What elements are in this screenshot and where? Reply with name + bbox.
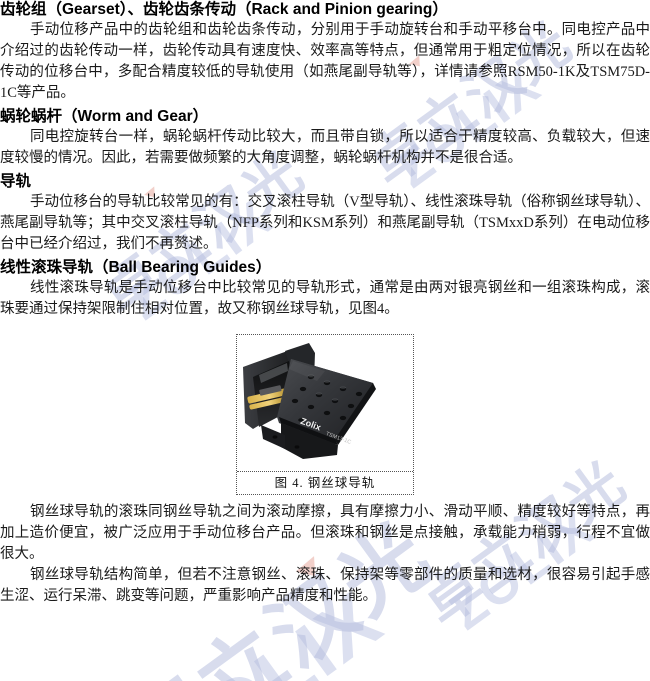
figure-caption: 图 4. 钢丝球导轨 [237,471,413,494]
section-heading-ball-bearing-guides: 线性滚珠导轨（Ball Bearing Guides） [0,259,272,276]
section-paragraph-gearset: 手动位移产品中的齿轮组和齿轮齿条传动，分别用于手动旋转台和手动平移台中。同电控产… [0,22,650,101]
figure-image: Zolix TSM13-1C [237,335,413,471]
document-body: 齿轮组（Gearset）、齿轮齿条传动（Rack and Pinion gear… [0,0,650,607]
section-paragraph-worm-and-gear: 同电控旋转台一样，蜗轮蜗杆传动比较大，而且带自锁，所以适合于精度较高、负载较大，… [0,129,650,166]
section-paragraph-guides: 手动位移台的导轨比较常见的有：交叉滚柱导轨（V型导轨）、线性滚珠导轨（俗称钢丝球… [0,194,650,252]
closing-paragraph-1: 钢丝球导轨的滚珠同钢丝导轨之间为滚动摩擦，具有摩擦力小、滑动平顺、精度较好等特点… [0,504,650,562]
figure-container: Zolix TSM13-1C 图 4. 钢丝球导轨 [0,334,650,495]
translation-stage-illustration: Zolix TSM13-1C [243,343,376,459]
section-heading-gearset: 齿轮组（Gearset）、齿轮齿条传动（Rack and Pinion gear… [0,1,448,18]
closing-paragraph-2: 钢丝球导轨结构简单，但若不注意钢丝、滚珠、保持架等零部件的质量和选材，很容易引起… [0,567,650,604]
section-heading-worm-and-gear: 蜗轮蜗杆（Worm and Gear） [0,108,209,125]
section-heading-guides: 导轨 [0,173,32,190]
figure-4: Zolix TSM13-1C 图 4. 钢丝球导轨 [236,334,414,495]
section-paragraph-ball-bearing-guides: 线性滚珠导轨是手动位移台中比较常见的导轨形式，通常是由两对银亮钢丝和一组滚珠构成… [0,280,650,317]
